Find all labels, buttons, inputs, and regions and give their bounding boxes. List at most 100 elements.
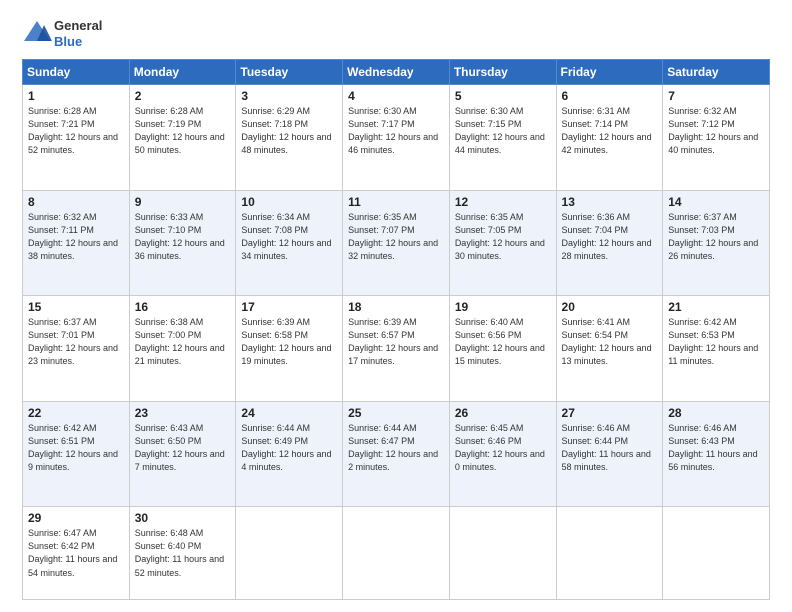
- cell-content: Sunrise: 6:39 AMSunset: 6:58 PMDaylight:…: [241, 316, 337, 368]
- day-number: 9: [135, 195, 231, 209]
- calendar-cell: 17 Sunrise: 6:39 AMSunset: 6:58 PMDaylig…: [236, 296, 343, 402]
- calendar-cell: 27 Sunrise: 6:46 AMSunset: 6:44 PMDaylig…: [556, 401, 663, 507]
- calendar-cell: 25 Sunrise: 6:44 AMSunset: 6:47 PMDaylig…: [343, 401, 450, 507]
- cell-content: Sunrise: 6:46 AMSunset: 6:44 PMDaylight:…: [562, 422, 658, 474]
- calendar-cell: 10 Sunrise: 6:34 AMSunset: 7:08 PMDaylig…: [236, 190, 343, 296]
- day-number: 26: [455, 406, 551, 420]
- cell-content: Sunrise: 6:32 AMSunset: 7:12 PMDaylight:…: [668, 105, 764, 157]
- weekday-header-monday: Monday: [129, 60, 236, 85]
- weekday-header-sunday: Sunday: [23, 60, 130, 85]
- cell-content: Sunrise: 6:37 AMSunset: 7:03 PMDaylight:…: [668, 211, 764, 263]
- cell-content: Sunrise: 6:28 AMSunset: 7:21 PMDaylight:…: [28, 105, 124, 157]
- day-number: 4: [348, 89, 444, 103]
- cell-content: Sunrise: 6:29 AMSunset: 7:18 PMDaylight:…: [241, 105, 337, 157]
- cell-content: Sunrise: 6:31 AMSunset: 7:14 PMDaylight:…: [562, 105, 658, 157]
- day-number: 5: [455, 89, 551, 103]
- page: General Blue SundayMondayTuesdayWednesda…: [0, 0, 792, 612]
- calendar-cell: 22 Sunrise: 6:42 AMSunset: 6:51 PMDaylig…: [23, 401, 130, 507]
- calendar-cell: 3 Sunrise: 6:29 AMSunset: 7:18 PMDayligh…: [236, 85, 343, 191]
- cell-content: Sunrise: 6:32 AMSunset: 7:11 PMDaylight:…: [28, 211, 124, 263]
- day-number: 15: [28, 300, 124, 314]
- cell-content: Sunrise: 6:40 AMSunset: 6:56 PMDaylight:…: [455, 316, 551, 368]
- calendar-cell: 20 Sunrise: 6:41 AMSunset: 6:54 PMDaylig…: [556, 296, 663, 402]
- cell-content: Sunrise: 6:42 AMSunset: 6:53 PMDaylight:…: [668, 316, 764, 368]
- calendar-cell: [236, 507, 343, 600]
- day-number: 19: [455, 300, 551, 314]
- calendar-cell: 19 Sunrise: 6:40 AMSunset: 6:56 PMDaylig…: [449, 296, 556, 402]
- calendar-cell: 29 Sunrise: 6:47 AMSunset: 6:42 PMDaylig…: [23, 507, 130, 600]
- day-number: 1: [28, 89, 124, 103]
- calendar-cell: 4 Sunrise: 6:30 AMSunset: 7:17 PMDayligh…: [343, 85, 450, 191]
- day-number: 16: [135, 300, 231, 314]
- day-number: 7: [668, 89, 764, 103]
- week-row-2: 8 Sunrise: 6:32 AMSunset: 7:11 PMDayligh…: [23, 190, 770, 296]
- calendar-cell: [663, 507, 770, 600]
- cell-content: Sunrise: 6:46 AMSunset: 6:43 PMDaylight:…: [668, 422, 764, 474]
- calendar-cell: 12 Sunrise: 6:35 AMSunset: 7:05 PMDaylig…: [449, 190, 556, 296]
- calendar-cell: 11 Sunrise: 6:35 AMSunset: 7:07 PMDaylig…: [343, 190, 450, 296]
- header: General Blue: [22, 18, 770, 49]
- calendar-cell: 24 Sunrise: 6:44 AMSunset: 6:49 PMDaylig…: [236, 401, 343, 507]
- calendar-cell: [556, 507, 663, 600]
- calendar-cell: 16 Sunrise: 6:38 AMSunset: 7:00 PMDaylig…: [129, 296, 236, 402]
- week-row-1: 1 Sunrise: 6:28 AMSunset: 7:21 PMDayligh…: [23, 85, 770, 191]
- day-number: 2: [135, 89, 231, 103]
- cell-content: Sunrise: 6:38 AMSunset: 7:00 PMDaylight:…: [135, 316, 231, 368]
- weekday-header-thursday: Thursday: [449, 60, 556, 85]
- calendar-cell: 9 Sunrise: 6:33 AMSunset: 7:10 PMDayligh…: [129, 190, 236, 296]
- day-number: 17: [241, 300, 337, 314]
- day-number: 3: [241, 89, 337, 103]
- day-number: 24: [241, 406, 337, 420]
- day-number: 12: [455, 195, 551, 209]
- calendar-cell: 13 Sunrise: 6:36 AMSunset: 7:04 PMDaylig…: [556, 190, 663, 296]
- day-number: 22: [28, 406, 124, 420]
- day-number: 27: [562, 406, 658, 420]
- day-number: 6: [562, 89, 658, 103]
- cell-content: Sunrise: 6:30 AMSunset: 7:17 PMDaylight:…: [348, 105, 444, 157]
- cell-content: Sunrise: 6:43 AMSunset: 6:50 PMDaylight:…: [135, 422, 231, 474]
- calendar-cell: 5 Sunrise: 6:30 AMSunset: 7:15 PMDayligh…: [449, 85, 556, 191]
- weekday-header-friday: Friday: [556, 60, 663, 85]
- logo-line2: Blue: [54, 34, 102, 50]
- calendar-cell: 7 Sunrise: 6:32 AMSunset: 7:12 PMDayligh…: [663, 85, 770, 191]
- day-number: 21: [668, 300, 764, 314]
- calendar-cell: 30 Sunrise: 6:48 AMSunset: 6:40 PMDaylig…: [129, 507, 236, 600]
- day-number: 13: [562, 195, 658, 209]
- cell-content: Sunrise: 6:35 AMSunset: 7:07 PMDaylight:…: [348, 211, 444, 263]
- calendar-cell: [449, 507, 556, 600]
- calendar-cell: 26 Sunrise: 6:45 AMSunset: 6:46 PMDaylig…: [449, 401, 556, 507]
- weekday-header-tuesday: Tuesday: [236, 60, 343, 85]
- calendar-cell: 21 Sunrise: 6:42 AMSunset: 6:53 PMDaylig…: [663, 296, 770, 402]
- calendar-cell: 18 Sunrise: 6:39 AMSunset: 6:57 PMDaylig…: [343, 296, 450, 402]
- calendar-cell: 1 Sunrise: 6:28 AMSunset: 7:21 PMDayligh…: [23, 85, 130, 191]
- cell-content: Sunrise: 6:45 AMSunset: 6:46 PMDaylight:…: [455, 422, 551, 474]
- cell-content: Sunrise: 6:28 AMSunset: 7:19 PMDaylight:…: [135, 105, 231, 157]
- day-number: 11: [348, 195, 444, 209]
- logo-text: General Blue: [54, 18, 102, 49]
- week-row-5: 29 Sunrise: 6:47 AMSunset: 6:42 PMDaylig…: [23, 507, 770, 600]
- week-row-3: 15 Sunrise: 6:37 AMSunset: 7:01 PMDaylig…: [23, 296, 770, 402]
- week-row-4: 22 Sunrise: 6:42 AMSunset: 6:51 PMDaylig…: [23, 401, 770, 507]
- calendar-cell: [343, 507, 450, 600]
- calendar-cell: 14 Sunrise: 6:37 AMSunset: 7:03 PMDaylig…: [663, 190, 770, 296]
- day-number: 8: [28, 195, 124, 209]
- day-number: 18: [348, 300, 444, 314]
- cell-content: Sunrise: 6:39 AMSunset: 6:57 PMDaylight:…: [348, 316, 444, 368]
- calendar-cell: 6 Sunrise: 6:31 AMSunset: 7:14 PMDayligh…: [556, 85, 663, 191]
- day-number: 20: [562, 300, 658, 314]
- day-number: 28: [668, 406, 764, 420]
- logo: General Blue: [22, 18, 102, 49]
- cell-content: Sunrise: 6:37 AMSunset: 7:01 PMDaylight:…: [28, 316, 124, 368]
- day-number: 29: [28, 511, 124, 525]
- cell-content: Sunrise: 6:30 AMSunset: 7:15 PMDaylight:…: [455, 105, 551, 157]
- logo-line1: General: [54, 18, 102, 34]
- calendar-cell: 8 Sunrise: 6:32 AMSunset: 7:11 PMDayligh…: [23, 190, 130, 296]
- day-number: 23: [135, 406, 231, 420]
- cell-content: Sunrise: 6:33 AMSunset: 7:10 PMDaylight:…: [135, 211, 231, 263]
- cell-content: Sunrise: 6:44 AMSunset: 6:47 PMDaylight:…: [348, 422, 444, 474]
- logo-graphic: [22, 19, 52, 49]
- cell-content: Sunrise: 6:42 AMSunset: 6:51 PMDaylight:…: [28, 422, 124, 474]
- cell-content: Sunrise: 6:36 AMSunset: 7:04 PMDaylight:…: [562, 211, 658, 263]
- cell-content: Sunrise: 6:48 AMSunset: 6:40 PMDaylight:…: [135, 527, 231, 579]
- weekday-header-saturday: Saturday: [663, 60, 770, 85]
